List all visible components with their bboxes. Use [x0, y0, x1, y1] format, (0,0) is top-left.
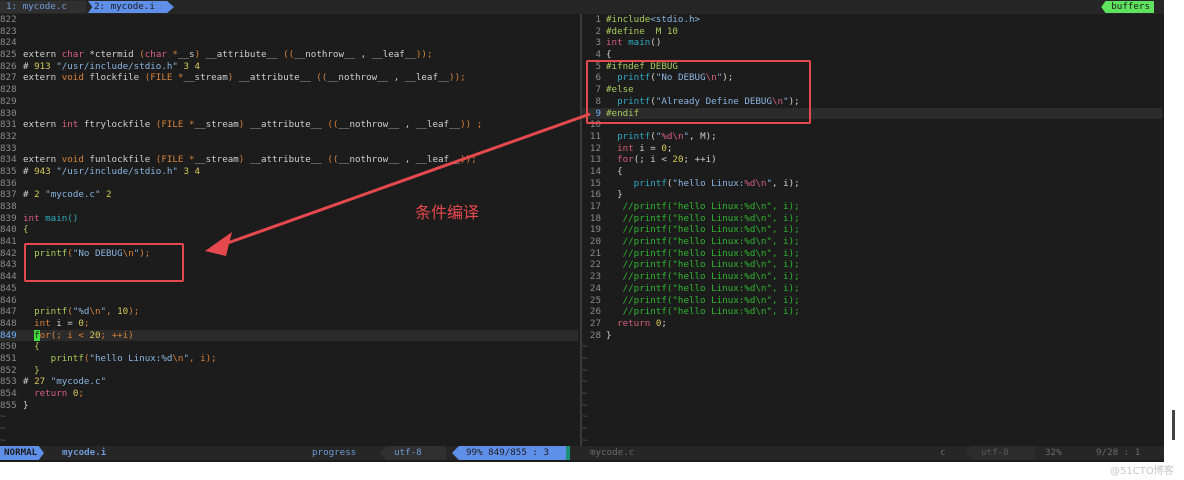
- watermark: @51CTO博客: [1110, 466, 1174, 477]
- scrollbar[interactable]: [1172, 410, 1175, 440]
- arrow-head-icon: [205, 232, 232, 256]
- arrow-shaft: [221, 112, 591, 247]
- annotation-arrow: [205, 112, 591, 256]
- annotation-label: 条件编译: [415, 203, 480, 222]
